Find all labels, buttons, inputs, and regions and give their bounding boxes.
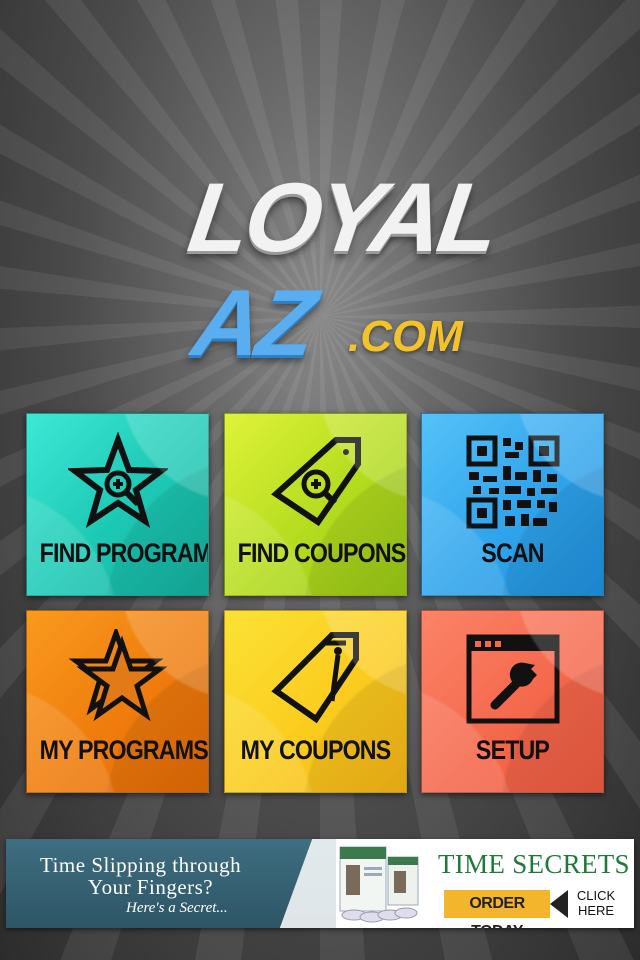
ad-banner[interactable]: Time Slipping through Your Fingers? Here…: [6, 839, 634, 928]
ad-click-line-1: CLICK: [576, 888, 616, 903]
my-programs-button[interactable]: MY PROGRAMS: [26, 610, 209, 793]
ad-click-line-2: HERE: [577, 903, 615, 918]
coupons-icon: [266, 629, 366, 729]
ad-brand: TIME SECRETS: [438, 849, 630, 879]
ad-headline-2: Your Fingers?: [88, 875, 214, 899]
logo-text-az: AZ: [186, 270, 319, 375]
my-coupons-label: MY COUPONS: [240, 735, 392, 765]
scan-button[interactable]: SCAN: [421, 413, 604, 596]
book-cds-icon: [332, 843, 424, 925]
my-coupons-button[interactable]: MY COUPONS: [224, 610, 407, 793]
find-coupons-label: FIND COUPONS: [237, 538, 406, 568]
ad-headline-3: Here's a Secret...: [126, 900, 228, 916]
logo-text-loyal: LOYAL: [182, 162, 503, 272]
ad-order-button[interactable]: ORDER TODAY: [444, 890, 550, 928]
star-search-icon: [66, 431, 170, 532]
stars-icon: [68, 625, 168, 729]
ad-click-here[interactable]: CLICK HERE: [566, 888, 626, 918]
tag-search-icon: [266, 432, 366, 532]
app-logo: LOYAL AZ .COM: [182, 162, 502, 378]
scan-label: SCAN: [481, 538, 544, 568]
find-programs-label: FIND PROGRAMS: [39, 538, 209, 568]
find-programs-button[interactable]: FIND PROGRAMS: [26, 413, 209, 596]
wrench-window-icon: [463, 629, 563, 729]
setup-label: SETUP: [475, 735, 550, 765]
qr-code-icon: [463, 432, 563, 532]
logo-text-com: .COM: [348, 312, 463, 361]
find-coupons-button[interactable]: FIND COUPONS: [224, 413, 407, 596]
setup-button[interactable]: SETUP: [421, 610, 604, 793]
my-programs-label: MY PROGRAMS: [39, 735, 208, 765]
